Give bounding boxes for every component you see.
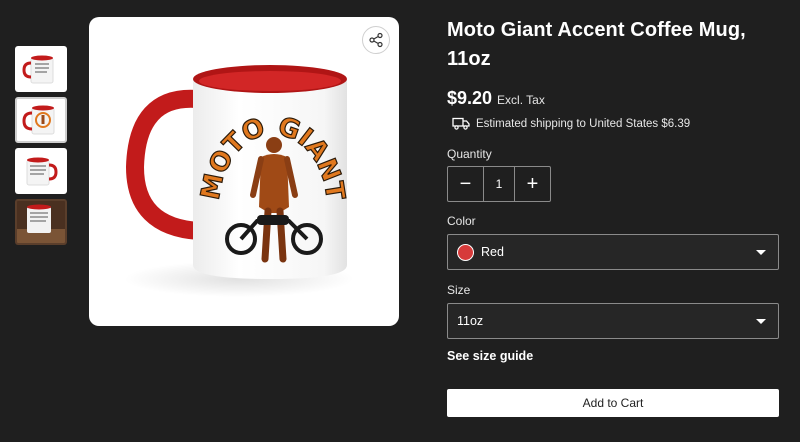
- product-details-panel: Moto Giant Accent Coffee Mug, 11oz $9.20…: [447, 16, 779, 417]
- size-guide-link[interactable]: See size guide: [447, 349, 533, 363]
- color-swatch: [457, 243, 474, 261]
- decrease-quantity-button[interactable]: −: [448, 167, 483, 201]
- thumbnail-mug-lifestyle-dark[interactable]: [15, 199, 67, 245]
- quantity-label: Quantity: [447, 147, 492, 161]
- shipping-text: Estimated shipping to United States $6.3…: [476, 117, 691, 130]
- size-select[interactable]: 11oz: [447, 303, 779, 339]
- mug-illustration: MOTO GIANT: [124, 65, 354, 297]
- shipping-estimate: Estimated shipping to United States $6.3…: [447, 117, 779, 130]
- quantity-value[interactable]: 1: [483, 167, 515, 201]
- thumbnail-mug-text-side[interactable]: [15, 148, 67, 194]
- price-row: $9.20 Excl. Tax: [447, 88, 779, 109]
- truck-icon: [452, 117, 470, 130]
- product-title: Moto Giant Accent Coffee Mug, 11oz: [447, 19, 746, 70]
- mug-thumbnail-image: [22, 55, 54, 84]
- size-label: Size: [447, 283, 471, 297]
- color-select[interactable]: Red: [447, 234, 779, 270]
- chevron-down-icon: [756, 318, 766, 324]
- thumbnail-mug-moto-giant[interactable]: [15, 97, 67, 143]
- chevron-down-icon: [756, 249, 766, 255]
- quantity-stepper: − 1 +: [447, 166, 551, 202]
- color-label: Color: [447, 214, 476, 228]
- add-to-cart-button[interactable]: Add to Cart: [447, 389, 779, 417]
- thumbnail-list: [15, 46, 67, 250]
- thumbnail-mug-text-front[interactable]: [15, 46, 67, 92]
- size-selected-value: 11oz: [457, 314, 484, 328]
- mug-thumbnail-image: [17, 201, 65, 243]
- share-button[interactable]: [362, 26, 390, 54]
- price: $9.20: [447, 88, 493, 108]
- color-selected-value: Red: [481, 245, 504, 259]
- increase-quantity-button[interactable]: +: [515, 167, 550, 201]
- tax-note: Excl. Tax: [497, 93, 545, 107]
- product-main-image: MOTO GIANT: [89, 17, 399, 326]
- mug-thumbnail-image: [26, 157, 58, 186]
- share-icon: [369, 32, 383, 48]
- mug-thumbnail-image: [22, 105, 55, 135]
